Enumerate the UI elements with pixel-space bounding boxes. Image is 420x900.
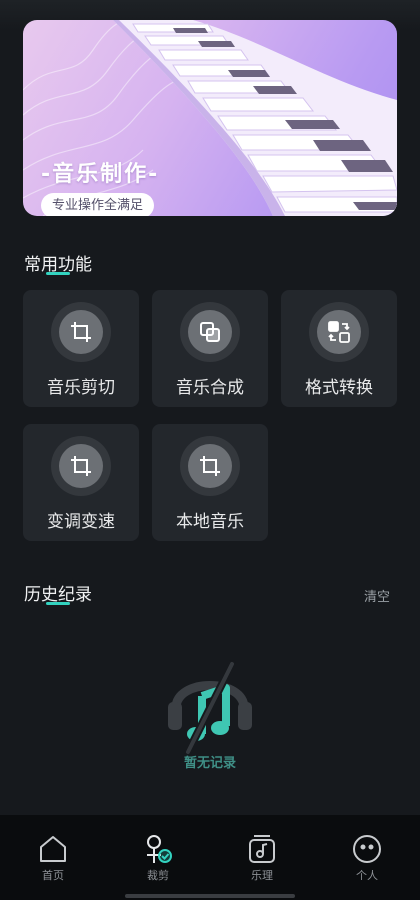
tab-home[interactable]: 首页 <box>13 815 93 900</box>
music-note-icon <box>249 835 275 863</box>
tab-music-theory[interactable]: 乐理 <box>222 815 302 900</box>
section-underline <box>46 272 70 275</box>
tile-label: 本地音乐 <box>176 512 244 532</box>
function-tile-pitch-speed[interactable]: 变调变速 <box>23 424 139 541</box>
section-underline <box>46 602 70 605</box>
tile-label: 音乐剪切 <box>47 378 115 398</box>
bottom-tab-bar: 首页 裁剪 乐理 个人 <box>0 815 420 900</box>
tab-label: 裁剪 <box>147 869 169 882</box>
music-production-banner[interactable]: -音乐制作- 专业操作全满足 <box>23 20 397 216</box>
function-tile-audio-merge[interactable]: 音乐合成 <box>152 290 268 407</box>
home-indicator <box>125 894 295 898</box>
home-icon <box>40 836 66 862</box>
crop-icon <box>59 444 103 488</box>
tile-label: 变调变速 <box>47 512 115 532</box>
trim-icon <box>147 835 172 863</box>
tile-label: 音乐合成 <box>176 378 244 398</box>
merge-icon <box>188 310 232 354</box>
no-music-headphones-icon <box>168 660 252 756</box>
banner-title: -音乐制作- <box>41 162 160 187</box>
function-tile-format-convert[interactable]: 格式转换 <box>281 290 397 407</box>
profile-icon <box>353 835 381 863</box>
empty-history-text: 暂无记录 <box>183 756 236 771</box>
function-tile-audio-cut[interactable]: 音乐剪切 <box>23 290 139 407</box>
format-convert-icon <box>317 310 361 354</box>
tab-trim[interactable]: 裁剪 <box>118 815 198 900</box>
tab-label: 个人 <box>356 869 378 882</box>
banner-subtitle-pill: 专业操作全满足 <box>41 193 155 216</box>
tab-label: 乐理 <box>251 869 273 882</box>
tab-profile[interactable]: 个人 <box>327 815 407 900</box>
tile-label: 格式转换 <box>305 378 373 398</box>
clear-history-button[interactable]: 清空 <box>364 586 390 605</box>
function-tile-local-music[interactable]: 本地音乐 <box>152 424 268 541</box>
crop-icon <box>188 444 232 488</box>
empty-history-state: 暂无记录 <box>160 656 260 776</box>
crop-icon <box>59 310 103 354</box>
tab-label: 首页 <box>42 869 64 882</box>
